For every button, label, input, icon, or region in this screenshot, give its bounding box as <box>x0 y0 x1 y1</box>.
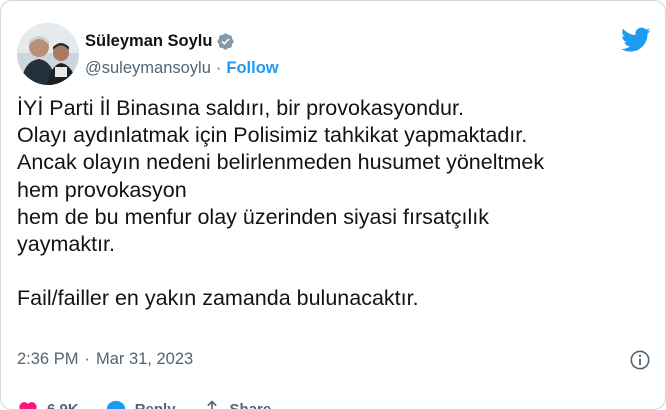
twitter-bird-icon[interactable] <box>621 27 651 53</box>
name-row: Süleyman Soylu <box>85 29 279 53</box>
reply-icon <box>106 400 125 409</box>
tweet-line: hem provokasyon <box>17 177 187 202</box>
tweet-header: Süleyman Soylu @suleymansoylu · Follow <box>17 23 651 87</box>
share-icon <box>206 400 217 409</box>
author-name[interactable]: Süleyman Soylu <box>85 32 212 51</box>
reply-button[interactable]: Reply <box>105 399 176 410</box>
author-info: Süleyman Soylu @suleymansoylu · Follow <box>85 29 279 79</box>
follow-button[interactable]: Follow <box>226 59 278 78</box>
tweet-line: Ancak olayın nedeni belirlenmeden husume… <box>17 150 545 175</box>
tweet-actions: 6.9K Reply Share <box>17 397 657 410</box>
heart-icon <box>19 402 37 409</box>
handle-row: @suleymansoylu · Follow <box>85 57 279 79</box>
info-icon[interactable] <box>629 349 651 371</box>
like-button[interactable]: 6.9K <box>17 399 79 410</box>
tweet-time: 2:36 PM <box>17 350 79 368</box>
tweet-card: Süleyman Soylu @suleymansoylu · Follow İ… <box>0 0 666 410</box>
tweet-date: Mar 31, 2023 <box>95 350 194 368</box>
avatar[interactable] <box>17 23 79 85</box>
tweet-line: İYİ Parti İl Binasına saldırı, bir provo… <box>17 96 464 120</box>
author-handle[interactable]: @suleymansoylu <box>85 59 211 78</box>
reply-label: Reply <box>134 400 176 410</box>
verified-badge-icon[interactable] <box>216 32 235 51</box>
tweet-text: İYİ Parti İl Binasına saldırı, bir provo… <box>17 95 647 313</box>
share-label: Share <box>229 400 272 410</box>
share-button[interactable]: Share <box>202 399 272 410</box>
timestamp-separator: · <box>84 350 90 368</box>
like-count: 6.9K <box>47 400 79 410</box>
tweet-line: hem de bu menfur olay üzerinden siyasi f… <box>17 204 490 229</box>
tweet-line: Olayı aydınlatmak için Polisimiz tahkika… <box>17 123 528 148</box>
tweet-line-blank <box>17 258 647 285</box>
tweet-line: Fail/failler en yakın zamanda bulunacakt… <box>17 286 419 311</box>
handle-separator: · <box>215 58 222 77</box>
tweet-line: yaymaktır. <box>17 232 115 257</box>
tweet-timestamp[interactable]: 2:36 PM · Mar 31, 2023 <box>17 350 193 369</box>
